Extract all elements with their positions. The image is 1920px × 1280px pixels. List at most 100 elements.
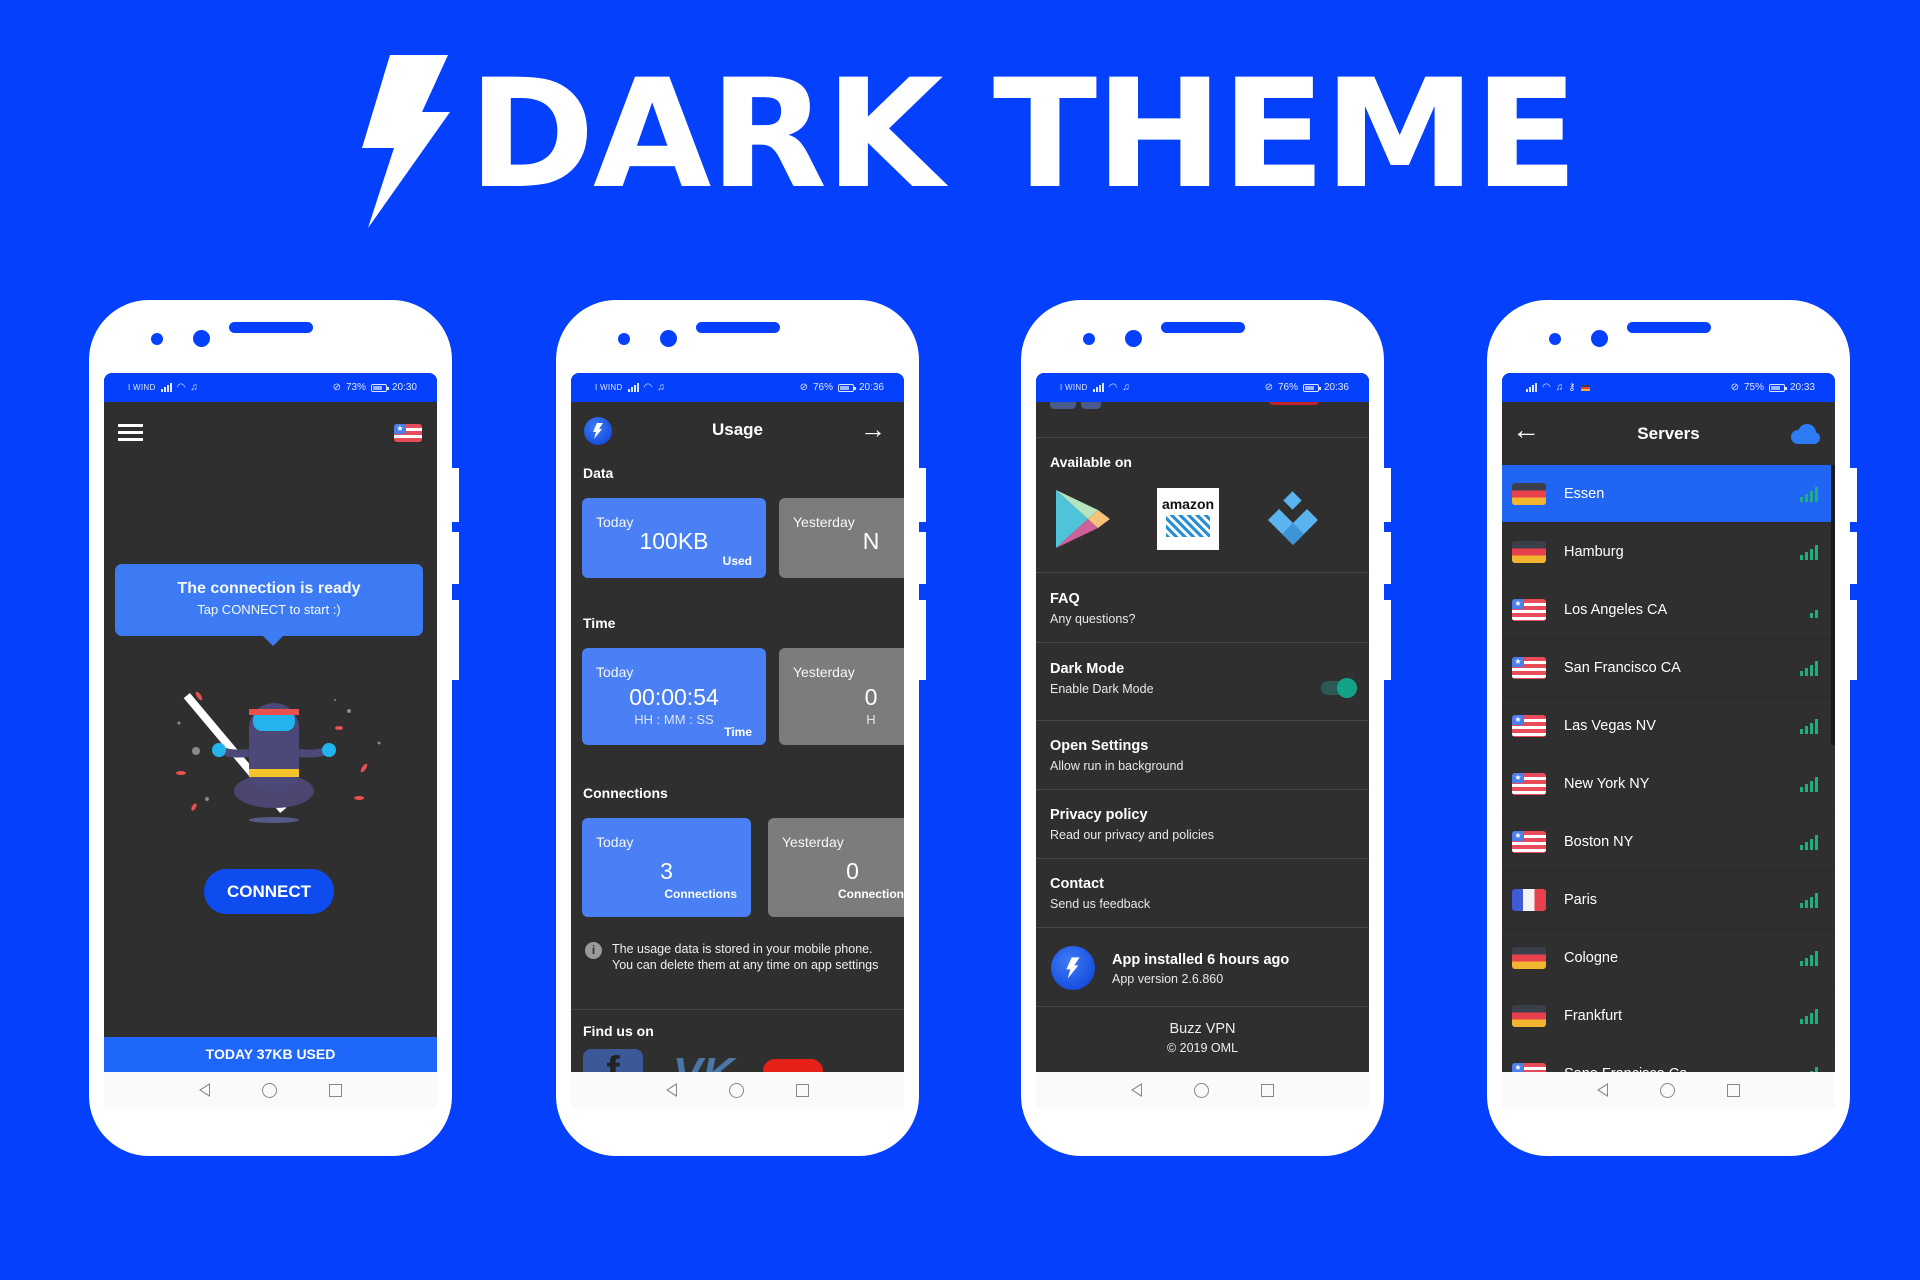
back-icon[interactable]: [1131, 1083, 1142, 1097]
servers-screen: ◠ ♫ ⚷ ⊘ 75% 20:33 ← Servers Essen Hamburg: [1502, 373, 1835, 1108]
home-icon[interactable]: [729, 1082, 744, 1098]
section-data-label: Data: [583, 465, 614, 481]
setting-dark-mode[interactable]: Dark Mode Enable Dark Mode: [1036, 643, 1369, 720]
us-flag-icon: [1512, 656, 1546, 679]
cell-signal-icon: [1526, 383, 1537, 392]
server-row[interactable]: Cologne: [1502, 929, 1835, 987]
page-title: Servers: [1637, 424, 1700, 443]
card-value: N: [862, 528, 880, 554]
battery-icon: [1302, 383, 1321, 392]
setting-privacy-policy[interactable]: Privacy policy Read our privacy and poli…: [1036, 789, 1369, 858]
amazon-appstore-icon[interactable]: amazon: [1157, 488, 1219, 550]
ninja-illustration: [176, 691, 381, 823]
recent-apps-icon[interactable]: [329, 1083, 342, 1097]
card-value: 0: [864, 684, 878, 710]
setting-open-settings[interactable]: Open Settings Allow run in background: [1036, 720, 1369, 789]
us-flag-icon: [1512, 772, 1546, 795]
setting-faq[interactable]: FAQ Any questions?: [1036, 573, 1369, 642]
back-icon[interactable]: [666, 1083, 677, 1097]
headband: [249, 709, 299, 715]
server-row[interactable]: Paris: [1502, 871, 1835, 929]
earpiece-speaker: [1161, 322, 1245, 333]
server-row[interactable]: San Francisco CA: [1502, 639, 1835, 697]
card-unit: Connections: [838, 887, 904, 901]
wifi-icon: ◠: [1108, 382, 1118, 393]
de-flag-icon: [1512, 946, 1546, 969]
signal-strength-icon: [1800, 718, 1818, 734]
server-row[interactable]: New York NY: [1502, 755, 1835, 813]
today-usage-bar[interactable]: TODAY 37KB USED: [104, 1037, 437, 1072]
dark-mode-toggle[interactable]: [1321, 678, 1357, 698]
server-name: Hamburg: [1564, 543, 1624, 560]
back-icon[interactable]: [199, 1083, 210, 1097]
us-flag-icon: [1512, 598, 1546, 621]
data-yesterday-card: Yesterday N: [779, 498, 904, 578]
setting-contact[interactable]: Contact Send us feedback: [1036, 858, 1369, 927]
hamburger-icon[interactable]: [118, 424, 143, 441]
clock: 20:30: [391, 382, 417, 393]
setting-title: Dark Mode: [1050, 661, 1125, 677]
signal-strength-icon: [1800, 834, 1818, 850]
home-icon[interactable]: [262, 1082, 277, 1098]
app-install-info: App installed 6 hours ago App version 2.…: [1036, 928, 1369, 1006]
server-row[interactable]: Los Angeles CA: [1502, 581, 1835, 639]
cloud-icon[interactable]: [1788, 424, 1820, 444]
fr-flag-icon: [1512, 888, 1546, 911]
status-bar: ◠ ♫ ⚷ ⊘ 75% 20:33: [1502, 373, 1835, 402]
headset-icon: ♫: [1555, 382, 1564, 393]
germany-flag-icon: [1580, 384, 1590, 391]
mute-icon: ⊘: [332, 382, 341, 393]
section-connections-label: Connections: [583, 785, 668, 801]
banner-title: DARK THEME: [360, 50, 1578, 240]
battery-fill: [1304, 385, 1314, 390]
card-format: H: [866, 712, 876, 727]
recent-apps-icon[interactable]: [1727, 1083, 1740, 1097]
app-footer: Buzz VPN © 2019 OML: [1036, 1021, 1369, 1055]
card-value: 100KB: [639, 528, 709, 554]
bubble-subtitle: Tap CONNECT to start :): [197, 602, 341, 617]
server-row[interactable]: Essen: [1502, 465, 1835, 523]
scrollbar[interactable]: [1831, 465, 1835, 745]
recent-apps-icon[interactable]: [796, 1083, 809, 1097]
phone-home: I WIND ◠ ♫ ⊘ 73% 20:30 The connection is…: [89, 300, 459, 1156]
mute-icon: ⊘: [1730, 382, 1739, 393]
signal-strength-icon: [1810, 602, 1818, 618]
card-day: Yesterday: [782, 834, 844, 850]
home-icon[interactable]: [1194, 1082, 1209, 1098]
server-row[interactable]: Frankfurt: [1502, 987, 1835, 1045]
android-nav-bar: [104, 1072, 437, 1108]
back-icon[interactable]: [1597, 1083, 1608, 1097]
home-icon[interactable]: [1660, 1082, 1675, 1098]
server-row[interactable]: Hamburg: [1502, 523, 1835, 581]
card-value: 00:00:54: [629, 684, 719, 710]
banner-title-text: DARK THEME: [468, 48, 1578, 222]
battery-fill: [839, 385, 849, 390]
server-name: Los Angeles CA: [1564, 601, 1668, 618]
recent-apps-icon[interactable]: [1261, 1083, 1274, 1097]
signal-strength-icon: [1800, 892, 1818, 908]
sensor: [1549, 333, 1561, 345]
mute-icon: ⊘: [1264, 382, 1273, 393]
battery-icon: [1768, 383, 1787, 392]
server-name: Frankfurt: [1564, 1007, 1623, 1024]
divider: [1036, 1006, 1369, 1007]
wifi-icon: ◠: [643, 382, 653, 393]
server-row[interactable]: Boston NY: [1502, 813, 1835, 871]
bubble-title: The connection is ready: [177, 580, 361, 597]
us-flag-icon[interactable]: [394, 424, 422, 442]
cell-signal-icon: [627, 383, 639, 392]
battery-percent: 76%: [812, 382, 833, 393]
connect-button[interactable]: CONNECT: [204, 869, 334, 914]
belt: [249, 769, 299, 777]
setting-subtitle: Read our privacy and policies: [1050, 828, 1214, 842]
store-diamond-icon[interactable]: [1264, 488, 1322, 550]
card-day: Yesterday: [793, 664, 855, 680]
server-row[interactable]: Las Vegas NV: [1502, 697, 1835, 755]
card-day: Today: [596, 664, 634, 680]
setting-title: Open Settings: [1050, 738, 1149, 754]
setting-subtitle: Any questions?: [1050, 612, 1136, 626]
arrow-right-icon[interactable]: →: [860, 416, 886, 442]
signal-strength-icon: [1800, 776, 1818, 792]
card-unit: Connections: [664, 887, 737, 901]
google-play-icon[interactable]: [1054, 488, 1112, 550]
